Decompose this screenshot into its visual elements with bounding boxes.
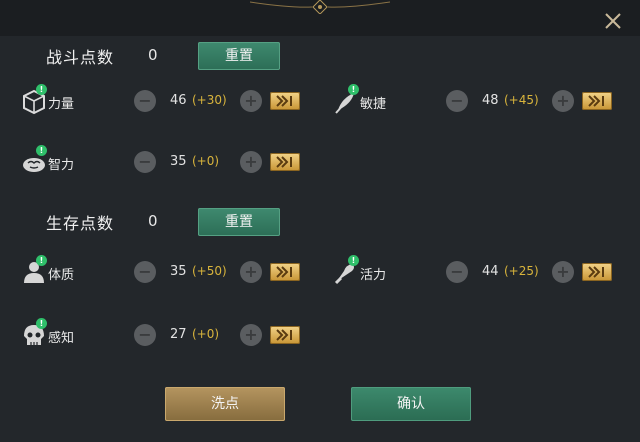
stat-bonus: (+0)	[192, 154, 220, 168]
stat-value: 35	[170, 264, 187, 279]
stat-bonus: (+50)	[192, 264, 227, 278]
new-badge: !	[36, 255, 47, 266]
decrease-button[interactable]: −	[446, 90, 468, 112]
stat-row-agility: ! 敏捷 − 48 (+45) +	[332, 84, 632, 120]
stat-bonus: (+45)	[504, 93, 539, 107]
stat-name: 敏捷	[360, 97, 387, 112]
decrease-button[interactable]: −	[134, 90, 156, 112]
new-badge: !	[348, 84, 359, 95]
increase-button[interactable]: +	[240, 90, 262, 112]
stat-bonus: (+0)	[192, 327, 220, 341]
decrease-button[interactable]: −	[446, 261, 468, 283]
stat-name: 活力	[360, 268, 387, 283]
wash-points-button[interactable]: 洗点	[165, 387, 285, 421]
stat-name: 体质	[48, 268, 75, 283]
decrease-button[interactable]: −	[134, 151, 156, 173]
survival-points-value: 0	[148, 212, 158, 230]
stat-value: 46	[170, 93, 187, 108]
stat-value: 48	[482, 93, 499, 108]
stat-name: 智力	[48, 158, 75, 173]
increase-button[interactable]: +	[552, 90, 574, 112]
decrease-button[interactable]: −	[134, 261, 156, 283]
stat-row-intellect: ! 智力 − 35 (+0) +	[20, 145, 320, 181]
increase-button[interactable]: +	[552, 261, 574, 283]
new-badge: !	[36, 84, 47, 95]
stat-name: 力量	[48, 97, 75, 112]
stat-row-perception: ! 感知 − 27 (+0) +	[20, 318, 320, 354]
stat-value: 44	[482, 264, 499, 279]
stat-value: 27	[170, 327, 187, 342]
max-fast-forward-icon[interactable]	[270, 326, 300, 344]
increase-button[interactable]: +	[240, 261, 262, 283]
combat-reset-button[interactable]: 重置	[198, 42, 280, 70]
combat-points-title: 战斗点数	[46, 48, 115, 67]
stat-bonus: (+25)	[504, 264, 539, 278]
stat-name: 感知	[48, 331, 75, 346]
increase-button[interactable]: +	[240, 151, 262, 173]
stat-row-constitution: ! 体质 − 35 (+50) +	[20, 255, 320, 291]
top-bar	[0, 0, 640, 36]
stat-row-vitality: ! 活力 − 44 (+25) +	[332, 255, 632, 291]
max-fast-forward-icon[interactable]	[582, 263, 612, 281]
top-ornament	[250, 0, 390, 14]
survival-points-title: 生存点数	[46, 214, 115, 233]
close-icon[interactable]	[600, 8, 626, 34]
confirm-button[interactable]: 确认	[351, 387, 471, 421]
combat-points-value: 0	[148, 46, 158, 64]
new-badge: !	[36, 318, 47, 329]
stat-row-strength: ! 力量 − 46 (+30) +	[20, 84, 320, 120]
max-fast-forward-icon[interactable]	[270, 263, 300, 281]
increase-button[interactable]: +	[240, 324, 262, 346]
stat-bonus: (+30)	[192, 93, 227, 107]
max-fast-forward-icon[interactable]	[270, 153, 300, 171]
decrease-button[interactable]: −	[134, 324, 156, 346]
new-badge: !	[348, 255, 359, 266]
survival-reset-button[interactable]: 重置	[198, 208, 280, 236]
stat-value: 35	[170, 154, 187, 169]
new-badge: !	[36, 145, 47, 156]
max-fast-forward-icon[interactable]	[582, 92, 612, 110]
max-fast-forward-icon[interactable]	[270, 92, 300, 110]
